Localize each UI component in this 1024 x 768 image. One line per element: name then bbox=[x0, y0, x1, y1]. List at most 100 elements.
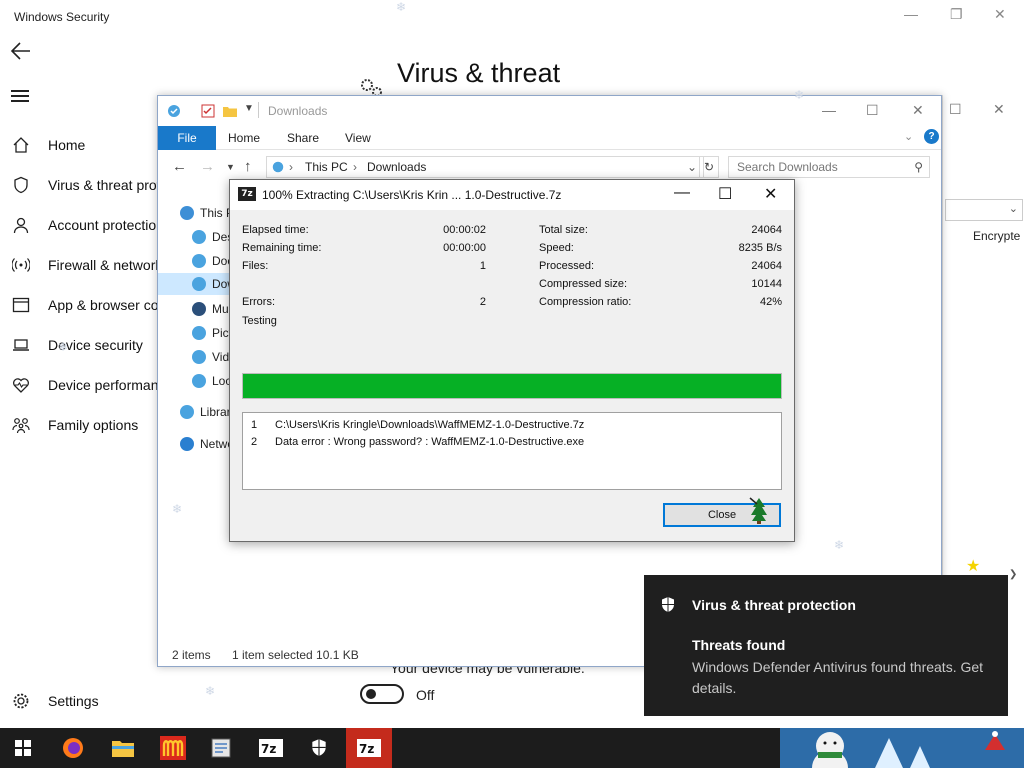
tab-share[interactable]: Share bbox=[273, 126, 333, 150]
minimize-button[interactable]: — bbox=[822, 102, 836, 118]
snowflake-icon: ❄ bbox=[58, 340, 69, 354]
refresh-icon[interactable]: ↻ bbox=[699, 156, 719, 178]
maximize-button[interactable]: ☐ bbox=[949, 101, 962, 118]
threat-notification-toast[interactable]: Virus & threat protection Threats found … bbox=[644, 575, 1008, 716]
nav-family-options[interactable]: Family options bbox=[10, 411, 160, 439]
address-bar[interactable]: › This PC › Downloads ⌄ bbox=[266, 156, 704, 178]
message-log: 1 C:\Users\Kris Kringle\Downloads\WaffMEM… bbox=[242, 412, 782, 490]
snowflake-icon: ❄ bbox=[205, 684, 216, 698]
toast-title: Threats found bbox=[692, 637, 786, 653]
taskbar-notepad[interactable] bbox=[198, 728, 244, 768]
taskbar-firefox[interactable] bbox=[50, 728, 96, 768]
breadcrumb-downloads[interactable]: Downloads bbox=[367, 157, 426, 177]
back-arrow-icon[interactable] bbox=[10, 40, 32, 62]
up-icon[interactable]: ↑ bbox=[244, 158, 252, 175]
shield-icon bbox=[662, 597, 674, 612]
nav-account-protection[interactable]: Account protection bbox=[10, 211, 160, 239]
nav-settings[interactable]: Settings bbox=[10, 687, 160, 715]
taskbar-7zip[interactable]: 7z bbox=[248, 728, 294, 768]
taskbar-file-explorer[interactable] bbox=[100, 728, 146, 768]
nav-device-security[interactable]: Device security bbox=[10, 331, 160, 359]
home-icon bbox=[10, 134, 32, 156]
start-button[interactable] bbox=[0, 728, 46, 768]
nav-home[interactable]: Home bbox=[10, 131, 160, 159]
properties-icon[interactable] bbox=[200, 103, 216, 119]
browser-window-icon bbox=[10, 294, 32, 316]
nav-firewall[interactable]: Firewall & network protection bbox=[10, 251, 160, 279]
minimize-button[interactable]: — bbox=[904, 6, 918, 22]
7zip-logo-icon: 7z bbox=[238, 187, 256, 201]
windows-security-icon bbox=[312, 739, 326, 756]
close-button[interactable]: ✕ bbox=[993, 101, 1005, 118]
processed-value: 24064 bbox=[751, 260, 782, 272]
protection-toggle[interactable] bbox=[360, 684, 404, 704]
tab-file[interactable]: File bbox=[158, 126, 216, 150]
maximize-button[interactable]: ☐ bbox=[718, 184, 732, 204]
start-icon bbox=[15, 740, 31, 756]
expand-ribbon-icon[interactable]: ⌄ bbox=[904, 130, 913, 143]
log-text: C:\Users\Kris Kringle\Downloads\WaffMEMZ… bbox=[275, 419, 585, 431]
tab-home[interactable]: Home bbox=[214, 126, 274, 150]
nav-virus-threat[interactable]: Virus & threat protection bbox=[10, 171, 160, 199]
total-size-value: 24064 bbox=[751, 224, 782, 236]
search-icon: ⚲ bbox=[914, 160, 923, 174]
nav-device-performance[interactable]: Device performance & health bbox=[10, 371, 160, 399]
new-folder-icon[interactable] bbox=[222, 103, 238, 119]
chevron-down-icon[interactable]: ⌄ bbox=[687, 157, 697, 177]
back-icon[interactable]: ← bbox=[172, 158, 187, 175]
total-size-label: Total size: bbox=[539, 224, 588, 236]
tree-item-downloads[interactable]: Downloads bbox=[158, 273, 238, 295]
compressed-size-label: Compressed size: bbox=[539, 278, 628, 290]
svg-text:7z: 7z bbox=[261, 742, 276, 756]
scroll-right-icon[interactable]: ❯ bbox=[1009, 569, 1017, 580]
files-label: Files: bbox=[242, 260, 269, 272]
forward-icon[interactable]: → bbox=[200, 158, 215, 175]
search-input[interactable]: Search Downloads ⚲ bbox=[728, 156, 930, 178]
explorer-titlebar: ▼ Downloads — ☐ ✕ bbox=[158, 96, 941, 126]
person-icon bbox=[10, 214, 32, 236]
videos-icon bbox=[192, 350, 206, 364]
libraries-icon bbox=[180, 405, 194, 419]
taskbar-windows-security[interactable] bbox=[296, 728, 342, 768]
recent-locations-icon[interactable]: ▼ bbox=[226, 162, 235, 172]
nav-label: Home bbox=[48, 137, 86, 153]
dialog-titlebar: 7z 100% Extracting C:\Users\Kris Krin ..… bbox=[230, 180, 794, 210]
taskbar-7zip-active[interactable]: 7z bbox=[346, 728, 392, 768]
quick-access-dropdown-icon[interactable]: ▼ bbox=[244, 103, 254, 114]
view-dropdown[interactable]: ⌄ bbox=[945, 199, 1023, 221]
nav-label: Device performance & health bbox=[48, 377, 160, 393]
taskbar-mcdonalds[interactable] bbox=[150, 728, 196, 768]
nav-app-browser[interactable]: App & browser control bbox=[10, 291, 160, 319]
files-value: 1 bbox=[479, 260, 486, 272]
status-item-count: 2 items bbox=[172, 648, 211, 662]
maximize-button[interactable]: ☐ bbox=[866, 102, 879, 119]
downloads-icon bbox=[192, 277, 206, 291]
firefox-icon bbox=[63, 738, 83, 758]
network-icon bbox=[180, 437, 194, 451]
log-index: 1 bbox=[251, 419, 258, 431]
close-button[interactable]: ✕ bbox=[764, 184, 777, 204]
heart-pulse-icon bbox=[10, 374, 32, 396]
breadcrumb-this-pc[interactable]: This PC bbox=[305, 157, 348, 177]
close-button[interactable]: ✕ bbox=[994, 6, 1006, 23]
star-icon: ★ bbox=[966, 558, 981, 575]
compressed-size-value: 10144 bbox=[751, 278, 782, 290]
this-pc-icon bbox=[272, 161, 284, 173]
hamburger-menu-icon[interactable] bbox=[11, 90, 29, 102]
desktop-icon bbox=[192, 230, 206, 244]
help-icon[interactable]: ? bbox=[924, 129, 939, 144]
errors-value: 2 bbox=[479, 296, 486, 308]
maximize-button[interactable]: ❐ bbox=[950, 6, 963, 23]
minimize-button[interactable]: — bbox=[674, 184, 690, 202]
log-row: 1 C:\Users\Kris Kringle\Downloads\WaffMEM… bbox=[251, 419, 584, 431]
close-button[interactable]: ✕ bbox=[912, 102, 924, 119]
7zip-active-icon: 7z bbox=[357, 739, 381, 757]
nav-label: Settings bbox=[48, 693, 99, 709]
explorer-app-icon bbox=[168, 105, 180, 117]
tab-view[interactable]: View bbox=[331, 126, 385, 150]
progress-bar bbox=[242, 373, 782, 399]
breadcrumb-separator-icon: › bbox=[353, 160, 357, 174]
elapsed-label: Elapsed time: bbox=[242, 224, 309, 236]
taskbar: 7z 7z bbox=[0, 728, 1024, 768]
disk-icon bbox=[192, 374, 206, 388]
